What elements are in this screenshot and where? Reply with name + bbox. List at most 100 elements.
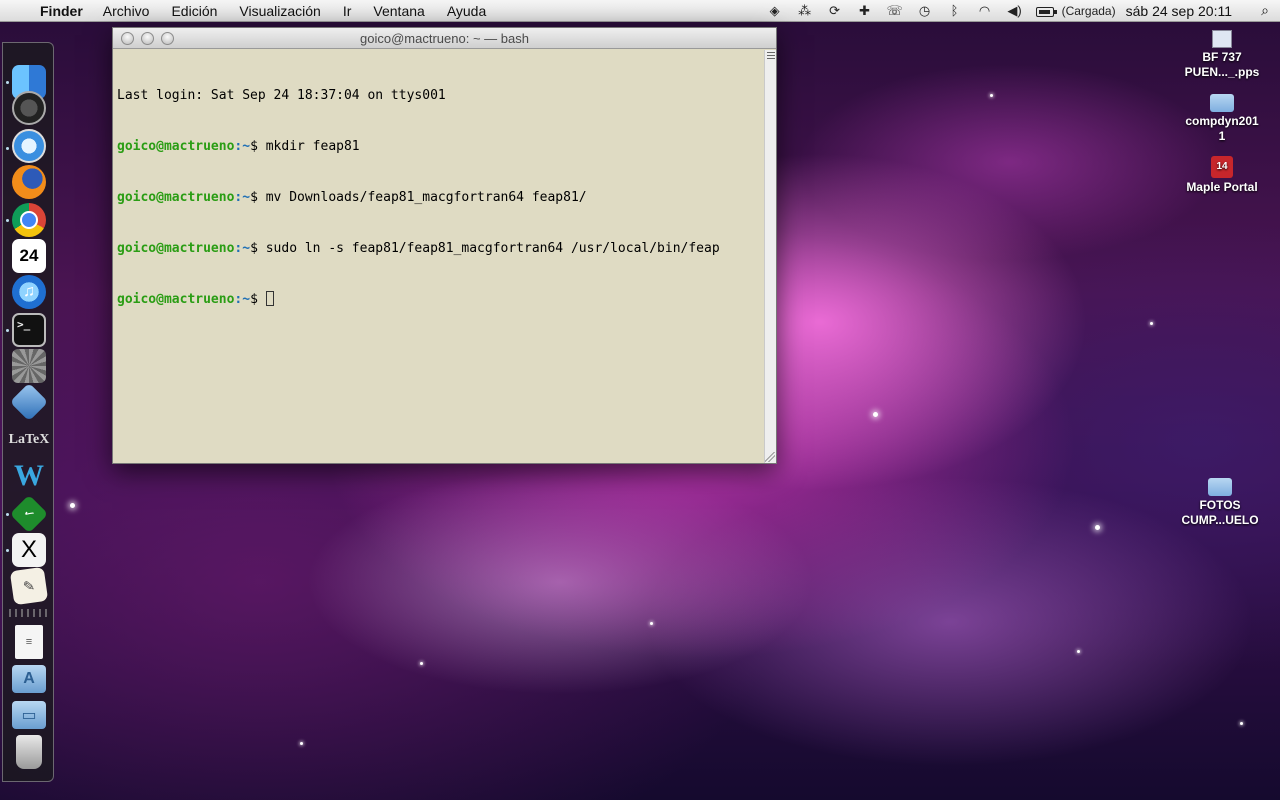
dock-textedit-icon[interactable]: ✎ <box>9 566 49 606</box>
volume-icon[interactable]: ◀) <box>1000 3 1030 19</box>
desktop-icon-label: compdyn201 <box>1185 114 1259 128</box>
bluetooth-icon[interactable]: ᛒ <box>940 3 970 18</box>
dock-chrome-icon[interactable] <box>12 203 46 237</box>
maple-app-icon: 14 <box>1211 156 1233 178</box>
menu-ventana[interactable]: Ventana <box>373 3 424 19</box>
terminal-line: goico@mactrueno:~$ sudo ln -s feap81/fea… <box>117 240 760 257</box>
star <box>1240 722 1243 725</box>
desktop-icon-label: Maple Portal <box>1186 180 1258 194</box>
running-indicator <box>6 329 9 332</box>
prompt-symbol: $ <box>250 139 266 154</box>
dock-word-icon[interactable]: W <box>12 459 46 493</box>
dock-applications-folder-icon[interactable]: A <box>12 665 46 693</box>
dock-safari-icon[interactable] <box>12 129 46 163</box>
dock-documents-folder-icon[interactable]: ▭ <box>12 701 46 729</box>
wifi-icon[interactable]: ◠ <box>970 3 1000 19</box>
dock-terminal-icon[interactable]: >_ <box>12 313 46 347</box>
sync-icon[interactable]: ⟳ <box>820 3 850 19</box>
dock-document-icon[interactable]: ≡ <box>15 625 43 659</box>
terminal-line[interactable]: goico@mactrueno:~$ <box>117 291 760 308</box>
dock-itunes-icon[interactable]: ♫ <box>12 275 46 309</box>
battery-status[interactable]: (Cargada) <box>1062 4 1116 18</box>
dock-dashboard-icon[interactable] <box>12 91 46 125</box>
terminal-titlebar[interactable]: goico@mactrueno: ~ — bash <box>113 28 776 49</box>
dock-x11-icon[interactable]: X <box>12 533 46 567</box>
terminal-window[interactable]: goico@mactrueno: ~ — bash Last login: Sa… <box>112 27 777 464</box>
dock-separator <box>9 609 49 617</box>
running-indicator <box>6 513 9 516</box>
running-indicator <box>6 549 9 552</box>
prompt-user: goico@mactrueno <box>117 139 235 154</box>
menu-extras: ◈ ⁂ ⟳ ✚ ☏ ◷ ᛒ ◠ ◀) (Cargada) sáb 24 sep … <box>760 0 1280 22</box>
menu-archivo[interactable]: Archivo <box>103 3 150 19</box>
document-icon <box>1212 30 1232 48</box>
dock-virtualbox-icon[interactable] <box>9 382 49 422</box>
command-text: mkdir feap81 <box>265 139 360 154</box>
prompt-symbol: $ <box>250 241 266 256</box>
globe-status-icon[interactable]: ◈ <box>760 3 790 19</box>
desktop-maple-portal[interactable]: 14 Maple Portal <box>1177 156 1267 195</box>
dock-latex-icon[interactable]: LaTeX <box>9 423 50 457</box>
star <box>420 662 423 665</box>
terminal-line: goico@mactrueno:~$ mv Downloads/feap81_m… <box>117 189 760 206</box>
star <box>70 503 75 508</box>
cross-app-icon[interactable]: ✚ <box>850 3 880 19</box>
desktop-icon-label: PUEN..._.pps <box>1184 65 1260 79</box>
spaces-icon[interactable]: ⁂ <box>790 3 820 19</box>
menu-edicion[interactable]: Edición <box>171 3 217 19</box>
running-indicator <box>6 147 9 150</box>
star <box>1150 322 1153 325</box>
desktop-icon-label: BF 737 <box>1202 50 1242 64</box>
desktop-icon-label: 1 <box>1218 129 1226 143</box>
prompt-symbol: $ <box>250 292 266 307</box>
desktop-folder-compdyn[interactable]: compdyn201 1 <box>1177 94 1267 144</box>
menu-visualizacion[interactable]: Visualización <box>239 3 320 19</box>
running-indicator <box>6 219 9 222</box>
spotlight-search-icon[interactable]: ⌕ <box>1250 2 1280 19</box>
star <box>650 622 653 625</box>
minimize-button[interactable] <box>141 32 154 45</box>
terminal-scrollbar[interactable] <box>764 50 776 463</box>
zoom-button[interactable] <box>161 32 174 45</box>
text-cursor <box>265 291 274 306</box>
menu-app-finder[interactable]: Finder <box>40 3 83 19</box>
dock-trash-icon[interactable] <box>16 735 42 769</box>
dock-system-preferences-icon[interactable] <box>12 349 46 383</box>
star <box>1095 525 1100 530</box>
terminal-line: goico@mactrueno:~$ mkdir feap81 <box>117 138 760 155</box>
running-indicator <box>6 81 9 84</box>
time-machine-icon[interactable]: ◷ <box>910 3 940 19</box>
battery-icon[interactable] <box>1030 3 1060 18</box>
dock-firefox-icon[interactable] <box>12 165 46 199</box>
terminal-output[interactable]: Last login: Sat Sep 24 18:37:04 on ttys0… <box>113 50 764 463</box>
phone-icon[interactable]: ☏ <box>880 3 910 19</box>
terminal-title: goico@mactrueno: ~ — bash <box>360 31 529 46</box>
prompt-path: :~ <box>234 292 251 307</box>
desktop-file-bf737[interactable]: BF 737 PUEN..._.pps <box>1177 30 1267 80</box>
resize-handle-icon[interactable] <box>765 452 775 462</box>
star <box>1077 650 1080 653</box>
star <box>990 94 993 97</box>
desktop-folder-fotos[interactable]: FOTOS CUMP...UELO <box>1175 478 1265 528</box>
prompt-path: :~ <box>234 190 251 205</box>
close-button[interactable] <box>121 32 134 45</box>
dock-macvim-icon[interactable]: ✓ <box>9 494 49 534</box>
dock-ical-icon[interactable]: 24 <box>12 239 46 273</box>
command-text: mv Downloads/feap81_macgfortran64 feap81… <box>265 190 587 205</box>
prompt-user: goico@mactrueno <box>117 190 235 205</box>
menu-bar: Finder Archivo Edición Visualización Ir … <box>0 0 1280 22</box>
menu-clock[interactable]: sáb 24 sep 20:11 <box>1126 3 1232 19</box>
split-pane-icon[interactable] <box>767 52 775 61</box>
command-text: sudo ln -s feap81/feap81_macgfortran64 /… <box>265 241 720 256</box>
star <box>873 412 878 417</box>
desktop-icon-label: CUMP...UELO <box>1181 513 1259 527</box>
folder-icon <box>1208 478 1232 496</box>
prompt-path: :~ <box>234 139 251 154</box>
menu-ir[interactable]: Ir <box>343 3 352 19</box>
menu-ayuda[interactable]: Ayuda <box>447 3 486 19</box>
desktop-icon-label: FOTOS <box>1199 498 1241 512</box>
star <box>300 742 303 745</box>
folder-icon <box>1210 94 1234 112</box>
terminal-line: Last login: Sat Sep 24 18:37:04 on ttys0… <box>117 88 446 103</box>
prompt-user: goico@mactrueno <box>117 241 235 256</box>
